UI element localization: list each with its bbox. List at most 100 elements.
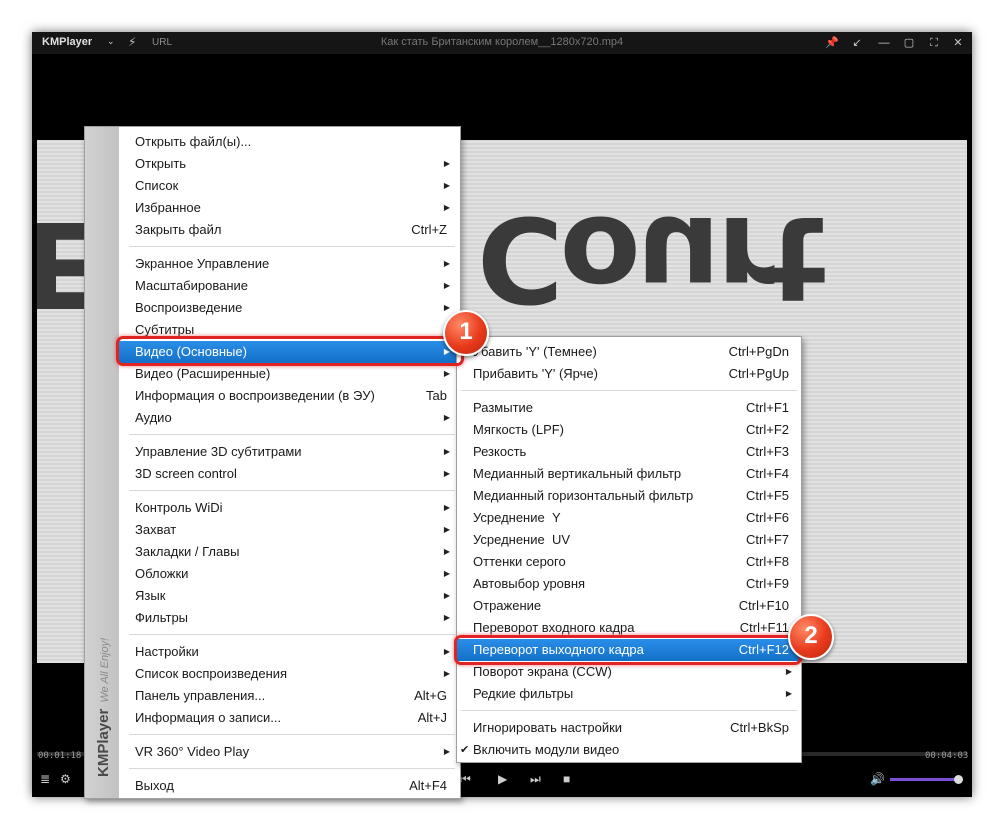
main_menu-item-label: Захват: [135, 522, 177, 537]
minimize-icon[interactable]: —: [874, 34, 894, 52]
main_menu-item[interactable]: Видео (Основные) ▶: [119, 341, 459, 363]
title-bar: KMPlayer ⌄ ⚡ URL Как стать Британским ко…: [32, 32, 972, 54]
main_menu-item[interactable]: Экранное Управление ▶: [119, 253, 459, 275]
submenu-arrow-icon: ▶: [443, 469, 450, 478]
menu-shortcut: Ctrl+F3: [746, 444, 789, 459]
main_menu-item[interactable]: Открыть файл(ы)...: [119, 131, 459, 153]
sub_menu-item[interactable]: Оттенки серого Ctrl+F8: [457, 551, 801, 573]
main_menu-item[interactable]: VR 360° Video Play ▶: [119, 741, 459, 763]
sub_menu-item-label: Усреднение Y: [473, 510, 561, 525]
submenu-arrow-icon: ▶: [785, 667, 792, 676]
main_menu-item[interactable]: Субтитры▶: [119, 319, 459, 341]
main_menu-item-label: Избранное: [135, 200, 201, 215]
menu-shortcut: Ctrl+BkSp: [730, 720, 789, 735]
menu-separator: [119, 629, 459, 641]
main_menu-item-label: Видео (Основные): [135, 344, 247, 359]
menu-shortcut: Ctrl+F1: [746, 400, 789, 415]
main_menu-item[interactable]: Язык ▶: [119, 585, 459, 607]
menu-shortcut: Ctrl+F5: [746, 488, 789, 503]
main_menu-item[interactable]: Открыть ▶: [119, 153, 459, 175]
main_menu-item[interactable]: Контроль WiDi ▶: [119, 497, 459, 519]
main_menu-item[interactable]: Список воспроизведения ▶: [119, 663, 459, 685]
main_menu-item[interactable]: Список ▶: [119, 175, 459, 197]
sub_menu-item[interactable]: Прибавить 'Y' (Ярче) Ctrl+PgUp: [457, 363, 801, 385]
volume-knob[interactable]: [954, 775, 963, 784]
submenu-arrow-icon: ▶: [443, 669, 450, 678]
main_menu-item-label: Субтитры: [135, 322, 195, 337]
volume-bar[interactable]: [890, 778, 960, 781]
sub_menu-item[interactable]: Игнорировать настройки Ctrl+BkSp: [457, 717, 801, 739]
main_menu-item[interactable]: Масштабирование ▶: [119, 275, 459, 297]
sub_menu-item-label: Переворот выходного кадра: [473, 642, 644, 657]
main_menu-item[interactable]: Избранное ▶: [119, 197, 459, 219]
menu-separator: [119, 241, 459, 253]
sub_menu-item[interactable]: Переворот выходного кадра Ctrl+F12: [457, 639, 801, 661]
main_menu-item[interactable]: Закладки / Главы ▶: [119, 541, 459, 563]
next-icon[interactable]: ⏭: [530, 772, 541, 787]
gear-icon[interactable]: ⚙: [60, 772, 71, 786]
menu-brand-text: KMPlayerWe All Enjoy!: [95, 637, 112, 777]
submenu-arrow-icon: ▶: [785, 689, 792, 698]
sub_menu-item[interactable]: Автовыбор уровня Ctrl+F9: [457, 573, 801, 595]
submenu-arrow-icon: ▶: [443, 591, 450, 600]
sub_menu-item[interactable]: Переворот входного кадра Ctrl+F11: [457, 617, 801, 639]
submenu-arrow-icon: ▶: [443, 613, 450, 622]
sub_menu-item[interactable]: Усреднение UV Ctrl+F7: [457, 529, 801, 551]
video-basic-submenu: Убавить 'Y' (Темнее) Ctrl+PgDn Прибавить '…: [456, 336, 802, 763]
play-icon[interactable]: ▶: [498, 772, 507, 786]
sub_menu-item[interactable]: Резкость Ctrl+F3: [457, 441, 801, 463]
sub_menu-item-label: Прибавить 'Y' (Ярче): [473, 366, 598, 381]
menu-separator: [119, 485, 459, 497]
menu-separator: [119, 429, 459, 441]
submenu-arrow-icon: ▶: [443, 647, 450, 656]
main_menu-item-label: Открыть файл(ы)...: [135, 134, 252, 149]
main_menu-item[interactable]: Информация о записи... Alt+J: [119, 707, 459, 729]
main_menu-item[interactable]: 3D screen control ▶: [119, 463, 459, 485]
shrink-icon[interactable]: ↙: [847, 34, 867, 52]
playlist-icon[interactable]: ≣: [40, 772, 50, 786]
main_menu-item-label: Информация о записи...: [135, 710, 282, 725]
pin-icon[interactable]: 📌: [822, 34, 842, 52]
sub_menu-item[interactable]: Поворот экрана (CCW) ▶: [457, 661, 801, 683]
sub_menu-item[interactable]: ✔ Включить модули видео: [457, 739, 801, 761]
main_menu-item[interactable]: Закрыть файл Ctrl+Z: [119, 219, 459, 241]
main_menu-item-label: Контроль WiDi: [135, 500, 223, 515]
close-icon[interactable]: ✕: [948, 34, 968, 52]
sub_menu-item[interactable]: Мягкость (LPF) Ctrl+F2: [457, 419, 801, 441]
sub_menu-item[interactable]: Медианный горизонтальный фильтр Ctrl+F5: [457, 485, 801, 507]
submenu-arrow-icon: ▶: [443, 413, 450, 422]
main_menu-item[interactable]: Видео (Расширенные) ▶: [119, 363, 459, 385]
speaker-icon[interactable]: 🔊: [870, 772, 885, 786]
main_menu-item-label: Настройки: [135, 644, 199, 659]
sub_menu-item-label: Медианный вертикальный фильтр: [473, 466, 682, 481]
main_menu-item[interactable]: Воспроизведение ▶: [119, 297, 459, 319]
main_menu-item[interactable]: Панель управления... Alt+G: [119, 685, 459, 707]
previous-icon[interactable]: ⏮: [460, 772, 471, 787]
maximize-icon[interactable]: ▢: [899, 34, 919, 52]
main_menu-item[interactable]: Фильтры ▶: [119, 607, 459, 629]
main_menu-item-label: Обложки: [135, 566, 189, 581]
sub_menu-item[interactable]: Размытие Ctrl+F1: [457, 397, 801, 419]
sub_menu-item[interactable]: Усреднение Y Ctrl+F6: [457, 507, 801, 529]
sub_menu-item[interactable]: Отражение Ctrl+F10: [457, 595, 801, 617]
menu-shortcut: Ctrl+F4: [746, 466, 789, 481]
submenu-arrow-icon: ▶: [443, 747, 450, 756]
sub_menu-item[interactable]: Редкие фильтры ▶: [457, 683, 801, 705]
fullscreen-icon[interactable]: ⛶: [924, 34, 944, 52]
main_menu-item-label: Открыть: [135, 156, 187, 171]
sub_menu-item[interactable]: Медианный вертикальный фильтр Ctrl+F4: [457, 463, 801, 485]
main_menu-item[interactable]: Аудио ▶: [119, 407, 459, 429]
main_menu-item[interactable]: Обложки ▶: [119, 563, 459, 585]
main_menu-item[interactable]: Настройки ▶: [119, 641, 459, 663]
sub_menu-item[interactable]: Убавить 'Y' (Темнее) Ctrl+PgDn: [457, 341, 801, 363]
menu-separator: [457, 385, 801, 397]
sub_menu-item-label: Поворот экрана (CCW): [473, 664, 612, 679]
stop-icon[interactable]: ■: [563, 772, 570, 786]
menu-shortcut: Ctrl+F7: [746, 532, 789, 547]
main_menu-item[interactable]: Управление 3D субтитрами ▶: [119, 441, 459, 463]
main_menu-item[interactable]: Информация о воспроизведении (в ЭУ) Tab: [119, 385, 459, 407]
main_menu-item[interactable]: Выход Alt+F4: [119, 775, 459, 797]
main_menu-item-label: Воспроизведение: [135, 300, 243, 315]
main_menu-item-label: Закрыть файл: [135, 222, 222, 237]
main_menu-item[interactable]: Захват ▶: [119, 519, 459, 541]
